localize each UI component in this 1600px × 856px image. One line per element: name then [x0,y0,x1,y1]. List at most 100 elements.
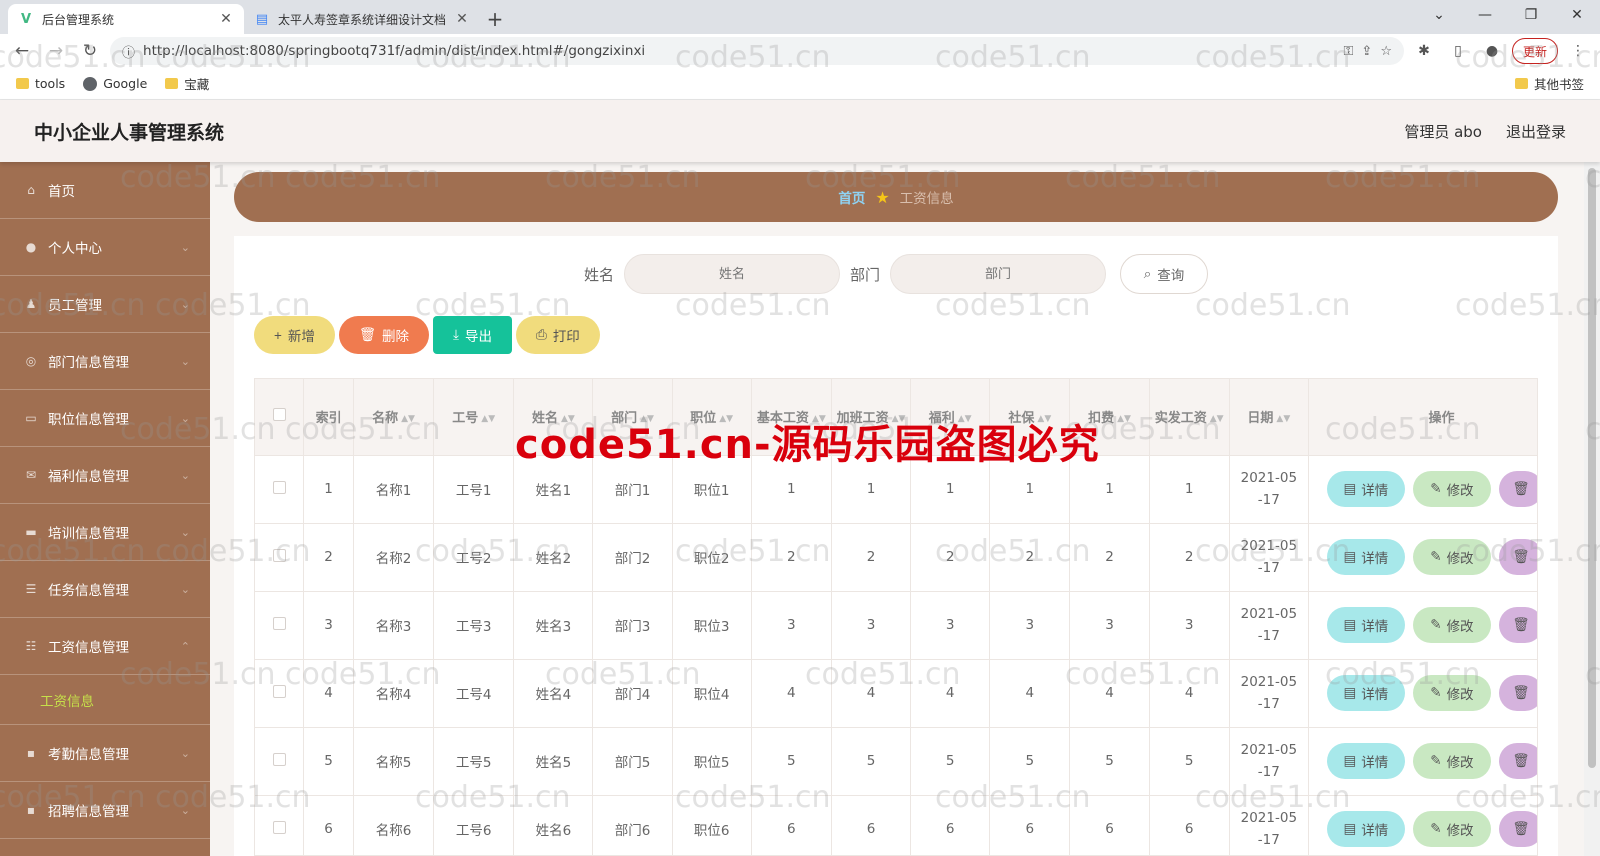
new-tab-button[interactable]: + [480,4,510,34]
table-cell: 名称5 [353,727,435,796]
edit-button[interactable]: ✎ 修改 [1412,675,1491,711]
col-header[interactable]: 索引 [303,379,354,456]
sidebar-item-salary[interactable]: ☷ 工资信息管理 ⌃ [0,618,210,675]
select-all-checkbox[interactable] [255,379,305,456]
sidebar-item-profile[interactable]: ● 个人中心 ⌄ [0,219,210,276]
back-icon[interactable]: ← [8,37,36,65]
site-info-icon[interactable]: ⓘ [122,42,135,61]
sidebar-item-welfare[interactable]: ✉ 福利信息管理 ⌄ [0,447,210,504]
extensions-icon[interactable]: ✱ [1410,37,1438,65]
close-window-icon[interactable]: ✕ [1554,0,1600,30]
star-icon[interactable]: ☆ [1380,44,1392,59]
table-cell: 工号2 [433,523,515,592]
detail-button[interactable]: ▤ 详情 [1326,743,1405,779]
detail-button[interactable]: ▤ 详情 [1326,607,1405,643]
sidebar-item-home[interactable]: ⌂ 首页 [0,162,210,219]
dept-search-input[interactable] [890,254,1107,294]
bookmark-treasure[interactable]: 宝藏 [165,74,209,93]
page-scrollbar[interactable] [1584,162,1600,856]
sidebar-item-recruit[interactable]: ▪ 招聘信息管理 ⌄ [0,782,210,839]
sidebar-item-dept[interactable]: ◎ 部门信息管理 ⌄ [0,333,210,390]
chevron-down-icon: ⌄ [180,240,190,254]
table-row: 2 名称2 工号2 姓名2 部门2 职位2 2 2 2 2 2 2 2021-05 -17 ▤ 详情 ✎ 修改 🗑 [255,523,1537,592]
query-button[interactable]: ⌕ 查询 [1120,254,1209,294]
scrollbar-thumb[interactable] [1588,168,1596,768]
forward-icon[interactable]: → [42,37,70,65]
url-text[interactable]: http://localhost:8080/springbootq731f/ad… [143,43,1336,59]
close-tab-icon[interactable]: ✕ [454,11,470,27]
breadcrumb-home[interactable]: 首页 [838,187,865,207]
row-delete-button[interactable]: 🗑 [1498,675,1537,711]
bookmark-google[interactable]: Google [83,76,147,91]
omnibox[interactable]: ⓘ http://localhost:8080/springbootq731f/… [110,37,1404,65]
edit-button[interactable]: ✎ 修改 [1412,743,1491,779]
reload-icon[interactable]: ↻ [76,37,104,65]
table-cell: 5 [910,727,991,796]
row-checkbox[interactable] [255,659,305,728]
export-label: 导出 [465,329,492,344]
profile-icon[interactable]: ● [1478,37,1506,65]
download-icon: ⤓ [453,327,459,342]
sidebar-item-label: 工资信息管理 [48,640,129,656]
table-cell: 职位5 [672,727,752,796]
browser-tab[interactable]: ▤ 太平人寿签章系统详细设计文档 ✕ [244,4,480,34]
dept-label: 部门 [850,265,881,284]
menu-kebab-icon[interactable]: ⋮ [1564,37,1592,65]
sidebar-item-staff[interactable]: ♟ 员工管理 ⌄ [0,276,210,333]
logout-link[interactable]: 退出登录 [1506,121,1566,142]
bookmarks-bar: tools Google 宝藏 其他书签 [0,68,1600,100]
row-checkbox[interactable] [255,591,305,660]
edit-button[interactable]: ✎ 修改 [1412,539,1491,575]
attendance-icon: ▪ [26,746,36,760]
sidebar-item-attendance[interactable]: ▪ 考勤信息管理 ⌄ [0,725,210,782]
edit-button[interactable]: ✎ 修改 [1412,471,1491,507]
edit-label: 修改 [1446,687,1474,703]
query-button-label: 查询 [1157,268,1185,284]
other-bookmarks[interactable]: 其他书签 [1514,74,1584,93]
detail-button[interactable]: ▤ 详情 [1326,811,1405,847]
col-header[interactable]: 名称 ▲▼ [353,379,435,456]
date-cell: 2021-05 -17 [1229,455,1309,524]
key-icon[interactable]: ⚿ [1344,44,1354,59]
row-delete-button[interactable]: 🗑 [1498,743,1537,779]
sidebar-item-label: 福利信息管理 [48,469,129,485]
row-checkbox[interactable] [255,455,305,524]
name-search-input[interactable] [624,254,840,294]
col-header[interactable]: 工号 ▲▼ [433,379,515,456]
add-button[interactable]: + 新增 [254,316,335,354]
print-button[interactable]: ⎙ 打印 [516,316,600,354]
export-button[interactable]: ⤓ 导出 [433,316,512,354]
row-delete-button[interactable]: 🗑 [1498,607,1537,643]
row-checkbox[interactable] [255,795,305,855]
sidebar-item-position[interactable]: ▭ 职位信息管理 ⌄ [0,390,210,447]
detail-button[interactable]: ▤ 详情 [1326,471,1405,507]
tab-search-icon[interactable]: ⌄ [1416,0,1462,30]
edit-label: 修改 [1446,483,1474,499]
edit-button[interactable]: ✎ 修改 [1412,811,1491,847]
browser-tab-active[interactable]: V 后台管理系统 ✕ [8,4,244,34]
sidebar-item-training[interactable]: ▬ 培训信息管理 ⌄ [0,504,210,561]
sidebar-subitem-salary-info[interactable]: 工资信息 [0,675,210,725]
table-cell: 3 [1149,591,1230,660]
restore-icon[interactable]: ❐ [1508,0,1554,30]
col-header[interactable]: 日期 ▲▼ [1229,379,1309,456]
row-delete-button[interactable]: 🗑 [1498,471,1537,507]
detail-button[interactable]: ▤ 详情 [1326,675,1405,711]
row-delete-button[interactable]: 🗑 [1498,539,1537,575]
update-button[interactable]: 更新 [1511,38,1558,64]
sidebar-item-task[interactable]: ☰ 任务信息管理 ⌄ [0,561,210,618]
ops-cell: ▤ 详情 ✎ 修改 🗑 [1308,795,1537,855]
delete-button[interactable]: 🗑 删除 [338,316,430,354]
row-checkbox[interactable] [255,727,305,796]
col-header[interactable]: 实发工资 ▲▼ [1149,379,1230,456]
close-tab-icon[interactable]: ✕ [218,11,234,27]
recruit-icon: ▪ [26,803,36,817]
minimize-icon[interactable]: — [1462,0,1508,30]
bookmark-tools[interactable]: tools [16,76,65,91]
edit-button[interactable]: ✎ 修改 [1412,607,1491,643]
sidepanel-icon[interactable]: ▯ [1444,37,1472,65]
detail-button[interactable]: ▤ 详情 [1326,539,1405,575]
row-checkbox[interactable] [255,523,305,592]
share-icon[interactable]: ⇪ [1361,44,1372,59]
row-delete-button[interactable]: 🗑 [1498,811,1537,847]
